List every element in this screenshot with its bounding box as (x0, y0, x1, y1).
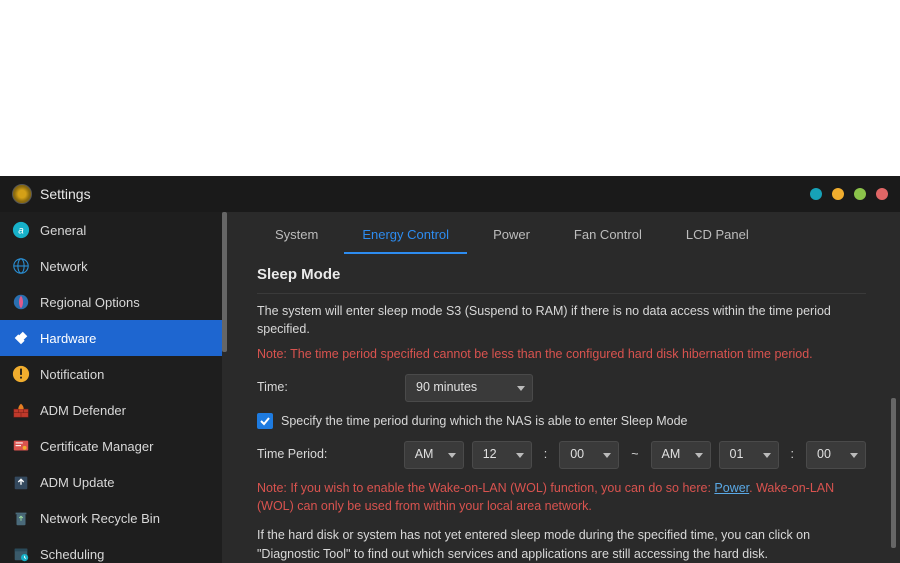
tab-system[interactable]: System (257, 217, 336, 254)
time-select[interactable]: 90 minutes (405, 374, 533, 402)
sidebar-item-defender[interactable]: ADM Defender (0, 392, 222, 428)
section-title: Sleep Mode (257, 264, 866, 287)
window-dot-2[interactable] (832, 188, 844, 200)
region-icon (12, 293, 30, 311)
svg-text:a: a (18, 226, 24, 237)
tab-lcd-panel[interactable]: LCD Panel (668, 217, 767, 254)
sidebar-item-certificate[interactable]: Certificate Manager (0, 428, 222, 464)
sidebar-item-update[interactable]: ADM Update (0, 464, 222, 500)
general-icon: a (12, 221, 30, 239)
update-icon (12, 473, 30, 491)
sidebar-item-label: Hardware (40, 331, 96, 346)
sidebar-item-label: Notification (40, 367, 104, 382)
specify-label: Specify the time period during which the… (281, 412, 687, 431)
sidebar-item-label: Network Recycle Bin (40, 511, 160, 526)
specify-checkbox[interactable] (257, 413, 273, 429)
globe-icon (12, 257, 30, 275)
settings-window: Settings a General Network Regio (0, 176, 900, 563)
certificate-icon (12, 437, 30, 455)
titlebar: Settings (0, 176, 900, 212)
to-min-select[interactable]: 00 (806, 441, 866, 469)
colon-separator: : (544, 445, 547, 464)
firewall-icon (12, 401, 30, 419)
note-min-time: Note: The time period specified cannot b… (257, 345, 866, 364)
divider (257, 293, 866, 294)
hardware-icon (12, 329, 30, 347)
tab-energy-control[interactable]: Energy Control (344, 217, 467, 254)
window-dot-3[interactable] (854, 188, 866, 200)
to-hour-select[interactable]: 01 (719, 441, 779, 469)
tilde-separator: ~ (631, 445, 638, 464)
colon-separator: : (791, 445, 794, 464)
from-hour-select[interactable]: 12 (472, 441, 532, 469)
time-label: Time: (257, 378, 397, 397)
sidebar-item-general[interactable]: a General (0, 212, 222, 248)
alert-icon (12, 365, 30, 383)
recycle-icon (12, 509, 30, 527)
sidebar-item-scheduling[interactable]: Scheduling (0, 536, 222, 563)
to-ampm-select[interactable]: AM (651, 441, 711, 469)
content-area: Sleep Mode The system will enter sleep m… (227, 254, 888, 563)
from-ampm-select[interactable]: AM (404, 441, 464, 469)
sidebar-item-label: General (40, 223, 86, 238)
window-dot-4[interactable] (876, 188, 888, 200)
window-title: Settings (40, 186, 91, 202)
tab-power[interactable]: Power (475, 217, 548, 254)
sidebar-item-regional[interactable]: Regional Options (0, 284, 222, 320)
sidebar: a General Network Regional Options Hardw… (0, 212, 227, 563)
from-min-select[interactable]: 00 (559, 441, 619, 469)
tab-fan-control[interactable]: Fan Control (556, 217, 660, 254)
note-wol: Note: If you wish to enable the Wake-on-… (257, 479, 866, 517)
diagnostic-description: If the hard disk or system has not yet e… (257, 526, 866, 563)
power-link[interactable]: Power (714, 481, 749, 495)
sidebar-item-label: ADM Defender (40, 403, 126, 418)
sidebar-item-network[interactable]: Network (0, 248, 222, 284)
calendar-icon (12, 545, 30, 563)
sidebar-item-label: Certificate Manager (40, 439, 153, 454)
sidebar-item-label: Scheduling (40, 547, 104, 562)
main-panel: System Energy Control Power Fan Control … (227, 212, 900, 563)
settings-icon (12, 184, 32, 204)
sidebar-item-label: Regional Options (40, 295, 140, 310)
sidebar-item-label: Network (40, 259, 88, 274)
sleep-description: The system will enter sleep mode S3 (Sus… (257, 302, 866, 340)
sidebar-item-notification[interactable]: Notification (0, 356, 222, 392)
sidebar-item-recycle[interactable]: Network Recycle Bin (0, 500, 222, 536)
window-dot-1[interactable] (810, 188, 822, 200)
sidebar-item-label: ADM Update (40, 475, 114, 490)
period-label: Time Period: (257, 445, 396, 464)
content-scrollbar[interactable] (891, 260, 896, 557)
window-controls (810, 188, 888, 200)
tabs: System Energy Control Power Fan Control … (227, 212, 900, 254)
sidebar-item-hardware[interactable]: Hardware (0, 320, 222, 356)
